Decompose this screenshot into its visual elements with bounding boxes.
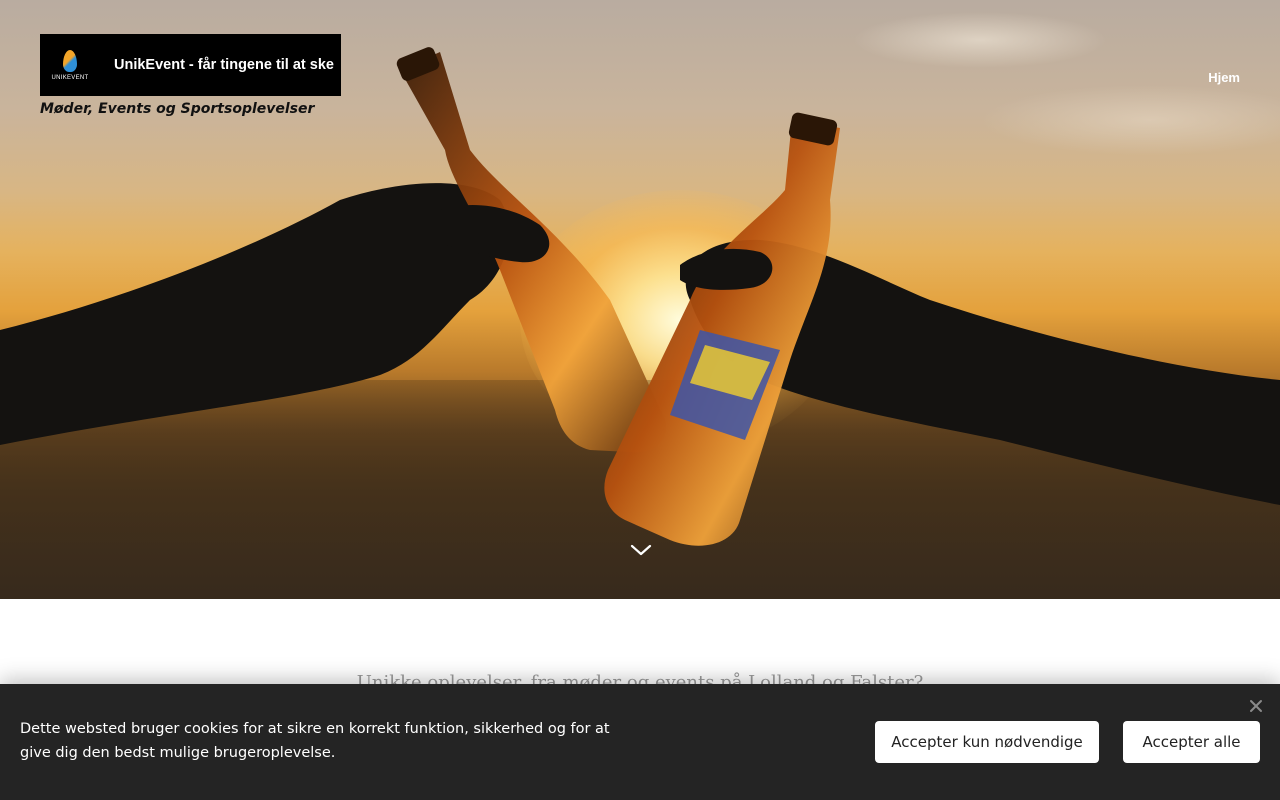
cookie-message: Dette websted bruger cookies for at sikr… (20, 721, 610, 761)
nav-link-home[interactable]: Hjem (1208, 70, 1240, 85)
logo-text: UnikEvent - får tingene til at ske (114, 57, 334, 73)
close-icon[interactable] (1249, 698, 1263, 712)
site-tagline: Møder, Events og Sportsoplevelser (40, 101, 315, 117)
logo-emblem: UNIKEVENT (40, 34, 100, 96)
left-arm-silhouette (0, 183, 509, 445)
chevron-down-icon[interactable] (629, 541, 653, 561)
cookie-banner: Dette websted bruger cookies for at sikr… (0, 684, 1280, 800)
site-logo[interactable]: UNIKEVENT UnikEvent - får tingene til at… (40, 34, 341, 96)
accept-all-button[interactable]: Accepter alle (1123, 721, 1260, 763)
accept-necessary-button[interactable]: Accepter kun nødvendige (875, 721, 1099, 763)
hero-section: UNIKEVENT UnikEvent - får tingene til at… (0, 0, 1280, 599)
logo-wordmark: UNIKEVENT (51, 74, 89, 81)
flame-icon (63, 49, 77, 72)
